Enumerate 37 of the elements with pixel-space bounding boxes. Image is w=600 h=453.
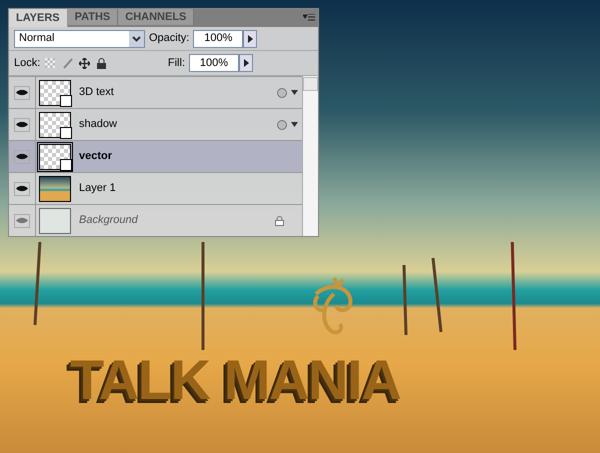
- right-arrow-icon: [244, 59, 248, 67]
- visibility-eye-icon[interactable]: [14, 150, 30, 164]
- dropdown-caret-icon[interactable]: [129, 30, 144, 46]
- fill-field[interactable]: 100%: [189, 54, 239, 72]
- panel-tab[interactable]: LAYERS: [9, 9, 68, 27]
- right-arrow-icon: [248, 34, 253, 42]
- opacity-arrow-button[interactable]: [243, 30, 258, 48]
- layer-row[interactable]: Background: [9, 204, 302, 236]
- effects-icon[interactable]: [277, 88, 298, 98]
- layer-thumbnail: [39, 208, 71, 234]
- layer-row[interactable]: 3D text: [9, 76, 302, 108]
- smart-object-thumbnail: [39, 144, 71, 170]
- layer-name: Background: [79, 213, 139, 228]
- visibility-eye-icon[interactable]: [14, 182, 30, 196]
- layer-name: Layer 1: [79, 181, 117, 196]
- panel-menu-icon[interactable]: [303, 14, 315, 22]
- effects-icon[interactable]: [277, 120, 298, 130]
- layer-name: shadow: [79, 117, 118, 132]
- lock-label: Lock:: [14, 56, 40, 71]
- visibility-eye-icon[interactable]: [14, 86, 30, 100]
- lock-icon[interactable]: [97, 58, 106, 68]
- layer-name: 3D text: [79, 85, 115, 100]
- fill-label: Fill:: [168, 56, 185, 71]
- smart-object-thumbnail: [39, 80, 71, 106]
- layer-row[interactable]: vector: [9, 140, 302, 172]
- blend-mode-dropdown[interactable]: Normal: [14, 30, 145, 48]
- smart-object-thumbnail: [39, 112, 71, 138]
- fill-arrow-button[interactable]: [239, 54, 253, 72]
- move-icon[interactable]: [79, 58, 90, 68]
- layer-name: vector: [79, 149, 114, 164]
- scrollbar[interactable]: [302, 76, 318, 236]
- layer-row[interactable]: Layer 1: [9, 172, 302, 204]
- photo-thumbnail: [39, 176, 71, 202]
- opacity-field[interactable]: 100%: [193, 30, 244, 48]
- opacity-label: Opacity:: [149, 31, 190, 46]
- visibility-eye-icon[interactable]: [14, 118, 30, 132]
- canvas-title-text: TALK MANIA: [70, 352, 400, 408]
